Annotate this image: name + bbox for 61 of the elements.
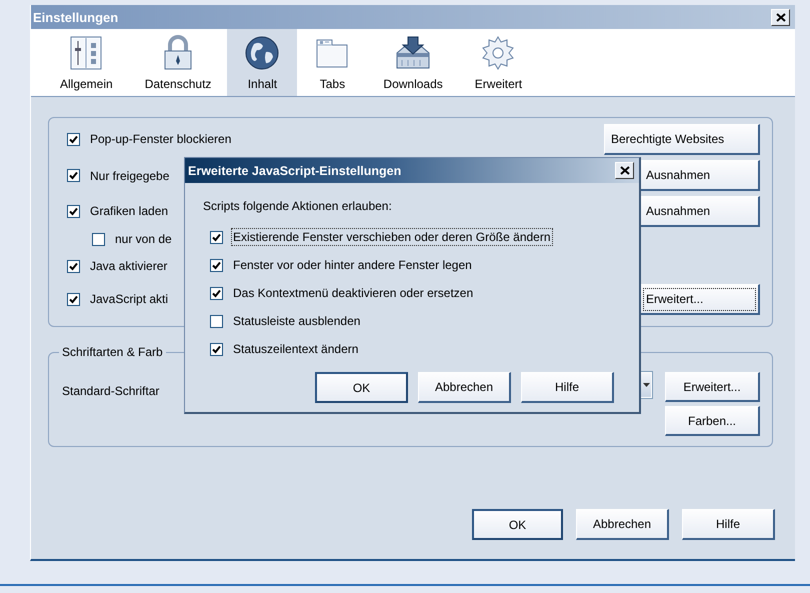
checkbox[interactable] — [210, 230, 223, 244]
checkbox[interactable] — [67, 204, 80, 218]
toolbar-tab[interactable]: Inhalt — [227, 29, 298, 96]
tab-label: Tabs — [320, 77, 346, 91]
checkbox-label[interactable]: Statuszeilentext ändern — [232, 341, 360, 357]
font-dropdown[interactable] — [640, 371, 653, 399]
checkbox-label[interactable]: Java aktivierer — [89, 258, 168, 274]
checkbox-label[interactable]: Das Kontextmenü deaktivieren oder ersetzen — [232, 285, 474, 301]
tab-label: Inhalt — [248, 77, 278, 91]
checkbox[interactable] — [67, 260, 80, 272]
dialog-button[interactable]: OK — [315, 372, 408, 403]
tab-label: Allgemein — [60, 77, 113, 91]
settings-button[interactable]: Ausnahmen — [639, 196, 760, 226]
settings-button[interactable]: Ausnahmen — [639, 160, 760, 191]
checkbox[interactable] — [210, 342, 223, 356]
settings-button[interactable]: Berechtigte Websites — [604, 124, 760, 154]
tab-label: Datenschutz — [144, 77, 212, 91]
globe-icon — [246, 36, 279, 70]
tab-label: Downloads — [383, 77, 443, 91]
dialog-button[interactable]: Abbrechen — [418, 372, 511, 403]
checkbox-label[interactable]: Nur freigegebe — [89, 168, 170, 184]
toolbar-tab[interactable]: Downloads — [367, 29, 459, 96]
dialog-button[interactable]: Abbrechen — [576, 509, 669, 540]
checkbox-label[interactable]: nur von de — [114, 231, 173, 247]
checkbox-label[interactable]: Statusleiste ausblenden — [232, 313, 362, 329]
checkbox[interactable] — [210, 286, 223, 300]
toolbar-tab[interactable]: Erweitert — [458, 29, 538, 96]
gear-icon — [482, 36, 514, 70]
dialog-button[interactable]: Hilfe — [682, 509, 775, 540]
toolbar-tab[interactable]: Datenschutz — [128, 29, 228, 96]
lock-icon — [164, 35, 192, 70]
dialog-title: Erweiterte JavaScript-Einstellungen — [188, 164, 402, 178]
prompt-text: Scripts folgende Aktionen erlauben: — [203, 199, 393, 213]
checkbox-label[interactable]: JavaScript akti — [89, 291, 170, 307]
checkbox[interactable] — [92, 232, 105, 246]
dialog-button[interactable]: Hilfe — [521, 372, 614, 403]
toolbar-tab[interactable]: Allgemein — [44, 29, 129, 96]
checkbox[interactable] — [67, 132, 80, 146]
settings-button[interactable]: Erweitert... — [639, 284, 760, 314]
checkbox[interactable] — [210, 314, 223, 328]
checkbox[interactable] — [67, 292, 80, 306]
download-tray-icon — [396, 36, 430, 68]
tabs-icon — [316, 40, 348, 68]
sliders-icon — [70, 36, 102, 70]
checkbox-label[interactable]: Fenster vor oder hinter andere Fenster legen — [232, 257, 473, 273]
checkbox[interactable] — [67, 169, 80, 182]
checkbox[interactable] — [210, 258, 223, 272]
caret-icon — [642, 383, 650, 387]
group-legend: Schriftarten & Farb — [59, 345, 166, 359]
tab-label: Erweitert — [474, 77, 522, 91]
settings-button[interactable]: Erweitert... — [665, 372, 760, 402]
field-label: Standard-Schriftar — [62, 384, 160, 398]
close-icon[interactable] — [615, 162, 634, 179]
dialog-button[interactable]: OK — [472, 509, 563, 540]
checkbox-label[interactable]: Grafiken laden — [89, 203, 170, 219]
checkbox-label[interactable]: Pop-up-Fenster blockieren — [89, 131, 232, 147]
window-title: Einstellungen — [33, 10, 118, 24]
checkbox-label[interactable]: Existierende Fenster verschieben oder deren Größe ändern — [232, 229, 552, 245]
settings-button[interactable]: Farben... — [665, 406, 760, 436]
close-icon[interactable] — [771, 8, 790, 26]
toolbar-tab[interactable]: Tabs — [297, 29, 368, 96]
